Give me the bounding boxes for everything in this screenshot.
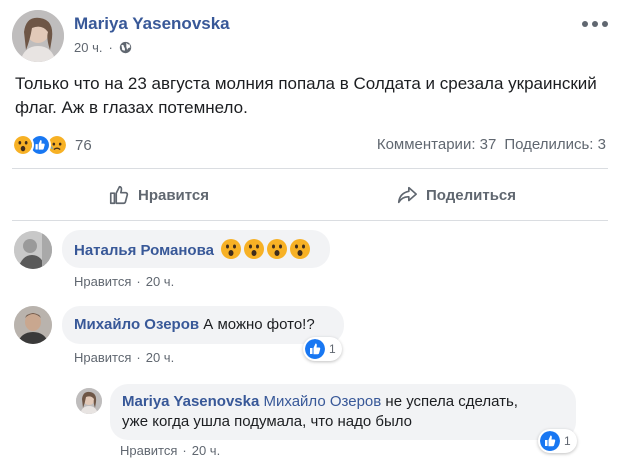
comment-meta: Нравится · 20 ч. — [74, 274, 175, 289]
wow-emoji-icon — [290, 239, 311, 259]
reply-text-line1: не успела сделать, — [385, 393, 518, 410]
reply-time[interactable]: 20 ч. — [192, 443, 220, 458]
more-options-icon[interactable] — [580, 16, 610, 32]
shares-count[interactable]: Поделились: 3 — [504, 136, 606, 153]
like-reaction-icon — [540, 431, 560, 451]
comment-time[interactable]: 20 ч. — [146, 274, 174, 289]
commenter-avatar[interactable] — [14, 231, 52, 269]
comment-meta: Нравится · 20 ч. — [74, 350, 175, 365]
post-time[interactable]: 20 ч. — [74, 40, 102, 55]
reactions-count: 76 — [75, 136, 92, 154]
comment-author[interactable]: Наталья Романова — [74, 242, 214, 259]
comment-reaction-count: 1 — [329, 342, 336, 356]
author-avatar[interactable] — [12, 10, 64, 62]
comment-time[interactable]: 20 ч. — [146, 350, 174, 365]
reply-like-link[interactable]: Нравится — [120, 443, 177, 458]
comment-like-link[interactable]: Нравится — [74, 350, 131, 365]
reply-reaction-count: 1 — [564, 434, 571, 448]
comment-author[interactable]: Михайло Озеров — [74, 316, 199, 333]
reply-author[interactable]: Mariya Yasenovska — [122, 393, 259, 410]
commenter-avatar[interactable] — [14, 306, 52, 344]
post-stats: Комментарии: 37 Поделились: 3 — [377, 136, 606, 153]
comment-bubble: Наталья Романова — [62, 230, 330, 268]
comment-text: А можно фото!? — [203, 316, 315, 333]
like-button[interactable]: Нравится — [108, 178, 209, 212]
comment-like-link[interactable]: Нравится — [74, 274, 131, 289]
divider — [12, 220, 608, 221]
mention-link[interactable]: Михайло Озеров — [264, 393, 382, 410]
like-reaction-icon — [305, 339, 325, 359]
comment-reactions[interactable]: 1 — [303, 337, 342, 361]
reply-text-line2: уже когда ушла подумала, что надо было — [122, 413, 412, 430]
reply-bubble: Mariya Yasenovska Михайло Озеров не успе… — [110, 384, 576, 440]
share-button[interactable]: Поделиться — [396, 178, 516, 212]
post-meta: 20 ч. · — [74, 40, 132, 55]
wow-emoji-icon — [244, 239, 265, 259]
divider — [12, 168, 608, 169]
wow-reaction-icon — [12, 134, 34, 156]
reactions-summary[interactable]: 76 — [12, 134, 92, 156]
post-text: Только что на 23 августа молния попала в… — [15, 74, 597, 117]
wow-emoji-icon — [267, 239, 288, 259]
reply-author-avatar[interactable] — [76, 388, 102, 414]
wow-emoji-icon — [221, 239, 242, 259]
comments-count[interactable]: Комментарии: 37 — [377, 136, 497, 153]
reply-meta: Нравится · 20 ч. — [120, 443, 221, 458]
share-button-label: Поделиться — [426, 186, 517, 204]
comment-bubble: Михайло Озеров А можно фото!? — [62, 306, 344, 344]
globe-icon — [119, 41, 131, 54]
post-author-name[interactable]: Mariya Yasenovska — [74, 14, 230, 34]
reply-reactions[interactable]: 1 — [538, 429, 577, 453]
thumbs-up-icon — [109, 185, 129, 205]
share-arrow-icon — [397, 186, 417, 204]
like-button-label: Нравится — [138, 186, 210, 204]
